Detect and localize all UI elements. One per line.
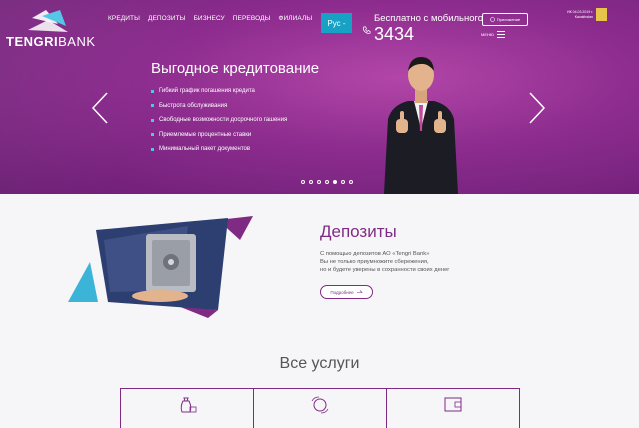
coins-exchange-icon [311,396,329,414]
wallet-icon [444,397,462,412]
hero-title: Выгодное кредитование [151,60,320,77]
bullet-item: Быстрота обслуживания [151,99,287,114]
more-button-label: Подробнее [330,289,354,295]
bullet-text: Гибкий график погашения кредита [159,88,255,95]
services-title: Все услуги [279,355,360,372]
nav-business[interactable]: БИЗНЕСУ [194,15,225,22]
bullet-item: Минимальный пакет документов [151,142,287,157]
menu-label: МЕНЮ [481,32,494,37]
language-selector[interactable]: Рус - [321,13,352,33]
service-card[interactable] [121,389,254,428]
phone-caption: Бесплатно с мобильного [374,13,484,24]
bullet-text: Минимальный пакет документов [159,146,251,153]
slider-dot[interactable] [341,180,345,184]
safe-promo-image [68,216,253,318]
main-nav: КРЕДИТЫ ДЕПОЗИТЫ БИЗНЕСУ ПЕРЕВОДЫ ФИЛИАЛ… [108,15,312,22]
deposits-line3: но и будете уверены в сохранности своих … [320,267,450,273]
app-button-label: Приложение [496,17,521,22]
bullet-dot-icon [151,147,154,151]
slider-dot[interactable] [325,180,329,184]
hero-banner: TENGRIBANK КРЕДИТЫ ДЕПОЗИТЫ БИЗНЕСУ ПЕРЕ… [0,0,639,194]
slider-dots [301,180,353,184]
nav-branches[interactable]: ФИЛИАЛЫ [278,15,312,22]
slider-dot[interactable] [309,180,313,184]
next-slide-arrow-icon[interactable] [528,92,546,124]
bullet-text: Приемлемые процентные ставки [159,131,252,138]
nav-deposits[interactable]: ДЕПОЗИТЫ [148,15,186,22]
brand-name-thin: BANK [58,34,96,49]
slider-dot[interactable] [301,180,305,184]
phone-icon [362,26,371,34]
more-button[interactable]: Подробнее [320,285,373,299]
slider-dot[interactable] [349,180,353,184]
hamburger-icon [496,31,505,38]
bullet-dot-icon [151,89,154,93]
corner-line2: Kazakhstan [574,15,593,19]
phone-number[interactable]: 3434 [374,24,414,45]
hero-bullets: Гибкий график погашения кредита Быстрота… [151,84,287,157]
slider-dot[interactable] [317,180,321,184]
businessman-image [384,57,458,194]
bullet-text: Свободные возможности досрочного гашения [159,117,288,124]
service-card[interactable] [254,389,387,428]
nav-transfers[interactable]: ПЕРЕВОДЫ [233,15,271,22]
brand-name[interactable]: TENGRIBANK [6,34,96,49]
arrow-right-icon [356,289,363,293]
bullet-dot-icon [151,118,154,122]
bullet-text: Быстрота обслуживания [159,102,228,109]
services-grid [120,388,520,428]
deposits-title: Депозиты [320,222,397,241]
menu-toggle[interactable]: МЕНЮ [481,31,505,38]
bullet-dot-icon [151,133,154,137]
money-bag-icon [180,397,197,413]
corner-info: ИК 04.03.2019 г. Kazakhstan [549,10,593,20]
brand-name-bold: TENGRI [6,34,59,49]
deposits-line1: С помощью депозитов АО «Tengri Bank» [320,251,430,257]
deposits-description: С помощью депозитов АО «Tengri Bank» Вы … [320,250,480,274]
bullet-dot-icon [151,104,154,108]
award-badge-icon [596,8,607,21]
prev-slide-arrow-icon[interactable] [91,92,109,124]
app-icon [489,17,495,22]
deposits-line2: Вы не только приумножите сбережения, [320,259,429,265]
slider-dot[interactable] [333,180,337,184]
bullet-item: Свободные возможности досрочного гашения [151,113,287,128]
bullet-item: Гибкий график погашения кредита [151,84,287,99]
service-card[interactable] [387,389,519,428]
app-download-button[interactable]: Приложение [482,13,528,26]
nav-credits[interactable]: КРЕДИТЫ [108,15,140,22]
bullet-item: Приемлемые процентные ставки [151,128,287,143]
